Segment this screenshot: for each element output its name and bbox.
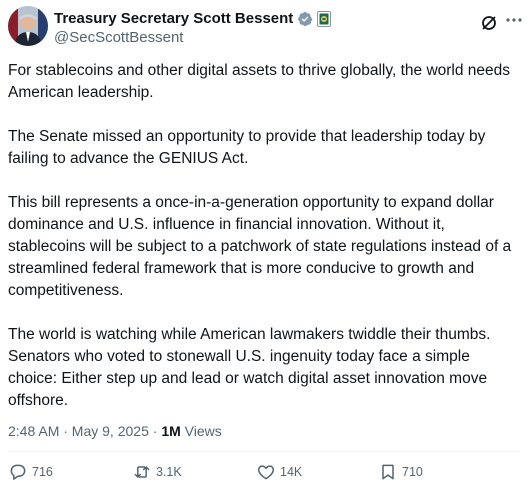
views-label: Views (184, 423, 222, 439)
bookmark-button[interactable]: 710 (378, 462, 423, 482)
repost-icon (134, 466, 150, 478)
tweet-paragraph: This bill represents a once-in-a-generat… (8, 194, 512, 299)
like-button[interactable]: 14K (256, 462, 302, 482)
grok-icon[interactable] (480, 14, 498, 32)
tweet-text: For stablecoins and other digital assets… (8, 60, 520, 434)
treasury-seal-icon[interactable] (317, 11, 332, 27)
like-icon (257, 465, 275, 480)
reply-button[interactable]: 716 (8, 462, 53, 482)
display-name[interactable]: Treasury Secretary Scott Bessent (54, 10, 293, 28)
bookmark-icon (382, 464, 394, 480)
reply-count: 716 (32, 465, 53, 479)
tweet-timestamp[interactable]: 2:48 AM · May 9, 2025 (8, 423, 149, 439)
name-row: Treasury Secretary Scott Bessent (54, 10, 332, 28)
bookmark-count: 710 (402, 465, 423, 479)
views-count: 1M (161, 423, 181, 439)
tweet-meta: 2:48 AM · May 9, 2025 · 1M Views (8, 421, 222, 441)
meta-separator: · (152, 423, 158, 439)
tweet-paragraph: The world is watching while American law… (8, 326, 491, 409)
divider (8, 451, 520, 452)
reply-icon (10, 464, 26, 480)
user-handle[interactable]: @SecScottBessent (54, 29, 183, 47)
verified-badge-icon[interactable] (297, 11, 313, 27)
more-options-icon[interactable] (504, 10, 524, 30)
tweet-header: Treasury Secretary Scott Bessent @SecSco… (8, 6, 522, 50)
tweet-paragraph: The Senate missed an opportunity to prov… (8, 128, 486, 167)
repost-count: 3.1K (156, 465, 182, 479)
action-bar: 716 3.1K 14K 710 (0, 462, 528, 492)
repost-button[interactable]: 3.1K (132, 462, 182, 482)
like-count: 14K (280, 465, 303, 479)
tweet-paragraph: For stablecoins and other digital assets… (8, 62, 511, 101)
avatar[interactable] (8, 6, 48, 46)
